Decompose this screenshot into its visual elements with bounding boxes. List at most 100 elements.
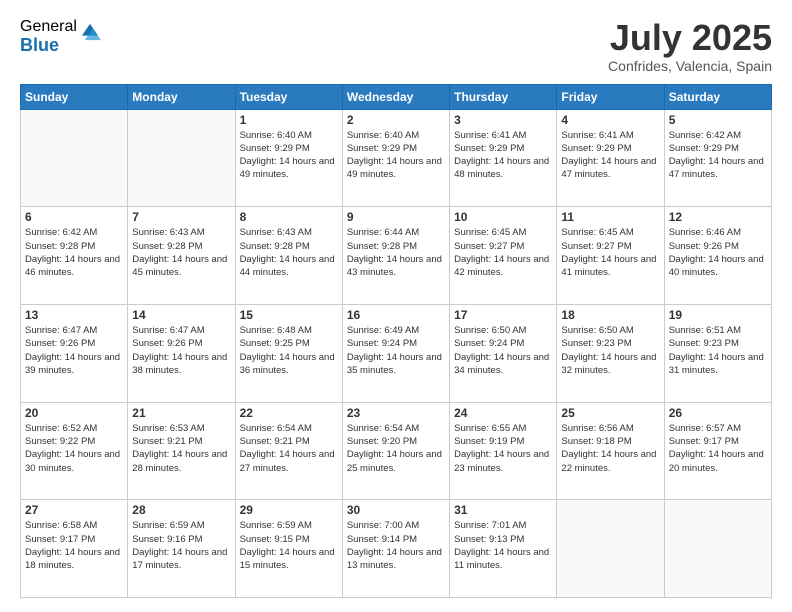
calendar-cell: 10 Sunrise: 6:45 AMSunset: 9:27 PMDayligh… xyxy=(450,207,557,305)
day-number: 19 xyxy=(669,308,767,322)
day-info: Sunrise: 7:00 AMSunset: 9:14 PMDaylight:… xyxy=(347,519,445,572)
calendar-cell: 22 Sunrise: 6:54 AMSunset: 9:21 PMDayligh… xyxy=(235,402,342,500)
day-number: 28 xyxy=(132,503,230,517)
day-info: Sunrise: 6:52 AMSunset: 9:22 PMDaylight:… xyxy=(25,422,123,475)
calendar-cell: 14 Sunrise: 6:47 AMSunset: 9:26 PMDayligh… xyxy=(128,304,235,402)
calendar-cell: 20Sunrise: 6:52 AMSunset: 9:22 PMDayligh… xyxy=(21,402,128,500)
day-number: 12 xyxy=(669,210,767,224)
day-number: 6 xyxy=(25,210,123,224)
day-number: 23 xyxy=(347,406,445,420)
logo-icon xyxy=(79,21,101,43)
day-number: 9 xyxy=(347,210,445,224)
calendar-cell: 7 Sunrise: 6:43 AMSunset: 9:28 PMDaylight… xyxy=(128,207,235,305)
day-info: Sunrise: 6:57 AMSunset: 9:17 PMDaylight:… xyxy=(669,422,767,475)
day-number: 7 xyxy=(132,210,230,224)
day-info: Sunrise: 6:53 AMSunset: 9:21 PMDaylight:… xyxy=(132,422,230,475)
day-info: Sunrise: 6:44 AMSunset: 9:28 PMDaylight:… xyxy=(347,226,445,279)
day-info: Sunrise: 6:54 AMSunset: 9:20 PMDaylight:… xyxy=(347,422,445,475)
day-number: 16 xyxy=(347,308,445,322)
day-number: 11 xyxy=(561,210,659,224)
day-number: 1 xyxy=(240,113,338,127)
day-info: Sunrise: 7:01 AMSunset: 9:13 PMDaylight:… xyxy=(454,519,552,572)
calendar-cell: 11Sunrise: 6:45 AMSunset: 9:27 PMDayligh… xyxy=(557,207,664,305)
day-number: 25 xyxy=(561,406,659,420)
day-info: Sunrise: 6:51 AMSunset: 9:23 PMDaylight:… xyxy=(669,324,767,377)
week-row-0: 1 Sunrise: 6:40 AMSunset: 9:29 PMDaylight… xyxy=(21,109,772,207)
week-row-3: 20Sunrise: 6:52 AMSunset: 9:22 PMDayligh… xyxy=(21,402,772,500)
title-block: July 2025 Confrides, Valencia, Spain xyxy=(608,18,772,74)
day-number: 21 xyxy=(132,406,230,420)
weekday-header-sunday: Sunday xyxy=(21,84,128,109)
calendar-cell: 18Sunrise: 6:50 AMSunset: 9:23 PMDayligh… xyxy=(557,304,664,402)
day-number: 22 xyxy=(240,406,338,420)
calendar-cell: 3 Sunrise: 6:41 AMSunset: 9:29 PMDaylight… xyxy=(450,109,557,207)
week-row-1: 6 Sunrise: 6:42 AMSunset: 9:28 PMDaylight… xyxy=(21,207,772,305)
calendar-cell: 2 Sunrise: 6:40 AMSunset: 9:29 PMDaylight… xyxy=(342,109,449,207)
week-row-2: 13Sunrise: 6:47 AMSunset: 9:26 PMDayligh… xyxy=(21,304,772,402)
day-number: 3 xyxy=(454,113,552,127)
day-info: Sunrise: 6:42 AMSunset: 9:28 PMDaylight:… xyxy=(25,226,123,279)
day-info: Sunrise: 6:48 AMSunset: 9:25 PMDaylight:… xyxy=(240,324,338,377)
calendar-cell: 25 Sunrise: 6:56 AMSunset: 9:18 PMDayligh… xyxy=(557,402,664,500)
day-number: 4 xyxy=(561,113,659,127)
weekday-header-saturday: Saturday xyxy=(664,84,771,109)
day-info: Sunrise: 6:47 AMSunset: 9:26 PMDaylight:… xyxy=(132,324,230,377)
month-title: July 2025 xyxy=(608,18,772,58)
logo-blue: Blue xyxy=(20,36,77,56)
calendar-cell: 24Sunrise: 6:55 AMSunset: 9:19 PMDayligh… xyxy=(450,402,557,500)
day-info: Sunrise: 6:45 AMSunset: 9:27 PMDaylight:… xyxy=(454,226,552,279)
day-number: 27 xyxy=(25,503,123,517)
day-info: Sunrise: 6:43 AMSunset: 9:28 PMDaylight:… xyxy=(132,226,230,279)
calendar-cell: 5Sunrise: 6:42 AMSunset: 9:29 PMDaylight… xyxy=(664,109,771,207)
calendar-cell: 26Sunrise: 6:57 AMSunset: 9:17 PMDayligh… xyxy=(664,402,771,500)
day-info: Sunrise: 6:54 AMSunset: 9:21 PMDaylight:… xyxy=(240,422,338,475)
day-number: 18 xyxy=(561,308,659,322)
weekday-header-thursday: Thursday xyxy=(450,84,557,109)
calendar-cell xyxy=(557,500,664,598)
day-info: Sunrise: 6:40 AMSunset: 9:29 PMDaylight:… xyxy=(347,129,445,182)
day-number: 17 xyxy=(454,308,552,322)
day-info: Sunrise: 6:41 AMSunset: 9:29 PMDaylight:… xyxy=(454,129,552,182)
calendar-cell: 17 Sunrise: 6:50 AMSunset: 9:24 PMDayligh… xyxy=(450,304,557,402)
day-number: 14 xyxy=(132,308,230,322)
logo: General Blue xyxy=(20,18,101,55)
day-info: Sunrise: 6:46 AMSunset: 9:26 PMDaylight:… xyxy=(669,226,767,279)
day-info: Sunrise: 6:56 AMSunset: 9:18 PMDaylight:… xyxy=(561,422,659,475)
day-info: Sunrise: 6:50 AMSunset: 9:24 PMDaylight:… xyxy=(454,324,552,377)
day-number: 10 xyxy=(454,210,552,224)
logo-general: General xyxy=(20,18,77,36)
calendar-cell: 8Sunrise: 6:43 AMSunset: 9:28 PMDaylight… xyxy=(235,207,342,305)
week-row-4: 27 Sunrise: 6:58 AMSunset: 9:17 PMDayligh… xyxy=(21,500,772,598)
calendar-cell: 19 Sunrise: 6:51 AMSunset: 9:23 PMDayligh… xyxy=(664,304,771,402)
day-info: Sunrise: 6:40 AMSunset: 9:29 PMDaylight:… xyxy=(240,129,338,182)
day-info: Sunrise: 6:59 AMSunset: 9:16 PMDaylight:… xyxy=(132,519,230,572)
day-number: 31 xyxy=(454,503,552,517)
day-number: 15 xyxy=(240,308,338,322)
day-info: Sunrise: 6:58 AMSunset: 9:17 PMDaylight:… xyxy=(25,519,123,572)
logo-text: General Blue xyxy=(20,18,77,55)
calendar-cell xyxy=(128,109,235,207)
calendar-cell: 23 Sunrise: 6:54 AMSunset: 9:20 PMDayligh… xyxy=(342,402,449,500)
page: General Blue July 2025 Confrides, Valenc… xyxy=(0,0,792,612)
calendar-cell: 4 Sunrise: 6:41 AMSunset: 9:29 PMDaylight… xyxy=(557,109,664,207)
calendar-cell: 6 Sunrise: 6:42 AMSunset: 9:28 PMDaylight… xyxy=(21,207,128,305)
day-info: Sunrise: 6:41 AMSunset: 9:29 PMDaylight:… xyxy=(561,129,659,182)
day-info: Sunrise: 6:47 AMSunset: 9:26 PMDaylight:… xyxy=(25,324,123,377)
header: General Blue July 2025 Confrides, Valenc… xyxy=(20,18,772,74)
calendar-cell: 13Sunrise: 6:47 AMSunset: 9:26 PMDayligh… xyxy=(21,304,128,402)
day-number: 2 xyxy=(347,113,445,127)
day-info: Sunrise: 6:49 AMSunset: 9:24 PMDaylight:… xyxy=(347,324,445,377)
day-number: 30 xyxy=(347,503,445,517)
calendar-cell: 16 Sunrise: 6:49 AMSunset: 9:24 PMDayligh… xyxy=(342,304,449,402)
calendar-cell xyxy=(21,109,128,207)
weekday-header-row: SundayMondayTuesdayWednesdayThursdayFrid… xyxy=(21,84,772,109)
location: Confrides, Valencia, Spain xyxy=(608,58,772,74)
weekday-header-wednesday: Wednesday xyxy=(342,84,449,109)
weekday-header-friday: Friday xyxy=(557,84,664,109)
calendar-cell: 27 Sunrise: 6:58 AMSunset: 9:17 PMDayligh… xyxy=(21,500,128,598)
calendar-cell: 30 Sunrise: 7:00 AMSunset: 9:14 PMDayligh… xyxy=(342,500,449,598)
calendar-cell: 1 Sunrise: 6:40 AMSunset: 9:29 PMDaylight… xyxy=(235,109,342,207)
calendar-cell xyxy=(664,500,771,598)
calendar-cell: 12 Sunrise: 6:46 AMSunset: 9:26 PMDayligh… xyxy=(664,207,771,305)
calendar-cell: 21 Sunrise: 6:53 AMSunset: 9:21 PMDayligh… xyxy=(128,402,235,500)
